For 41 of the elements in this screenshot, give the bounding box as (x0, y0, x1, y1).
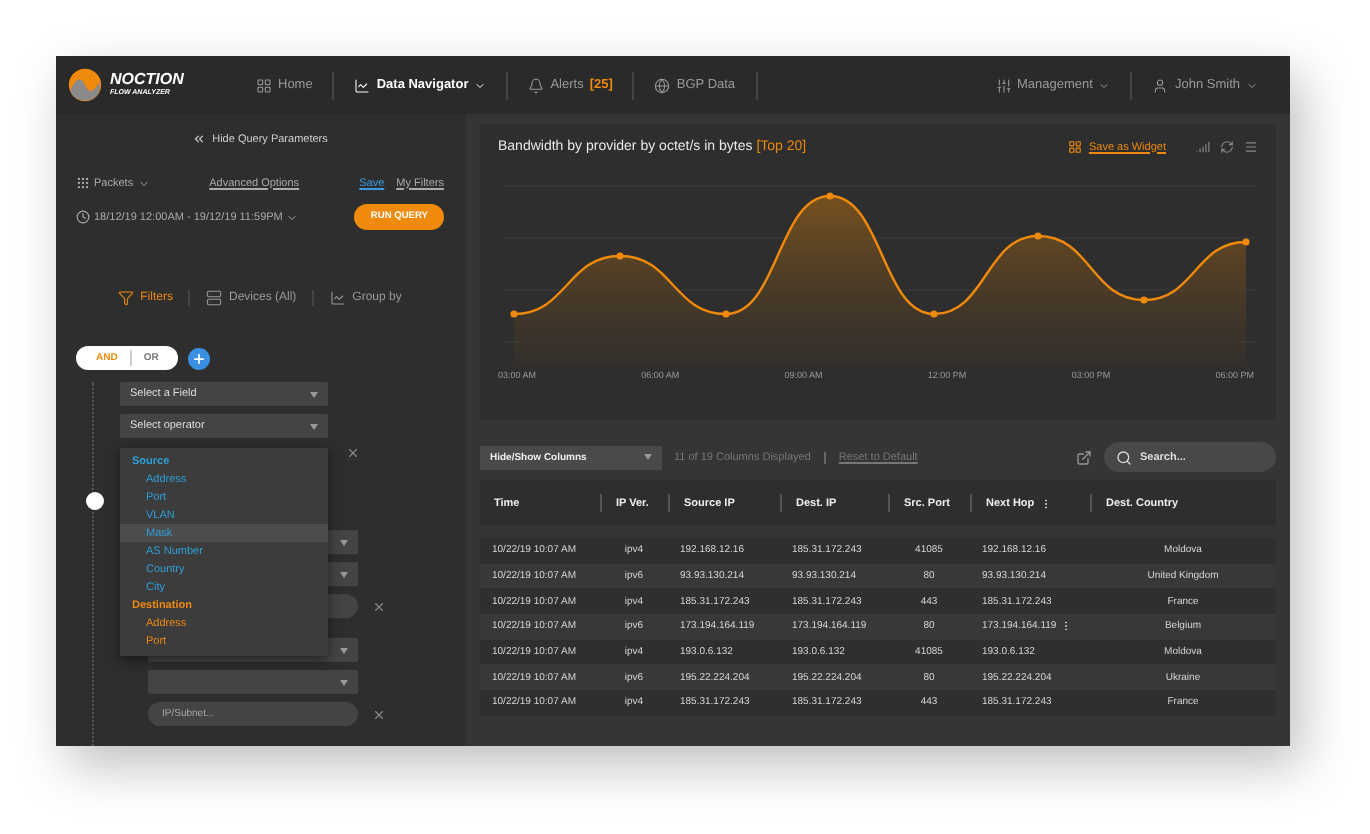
line-chart-icon (330, 290, 347, 306)
close-icon[interactable] (372, 707, 386, 721)
chevrons-left-icon (192, 132, 207, 146)
close-icon[interactable] (372, 599, 386, 613)
export-icon[interactable] (1076, 449, 1092, 465)
menu-icon[interactable] (1244, 140, 1258, 154)
close-icon[interactable] (346, 446, 360, 460)
user-icon (1152, 77, 1169, 93)
add-button[interactable] (188, 347, 211, 369)
server-icon (206, 290, 223, 306)
grid-icon (256, 77, 272, 93)
chevron-down-icon (474, 79, 487, 91)
field-select[interactable] (328, 530, 358, 554)
clock-icon (76, 210, 90, 224)
value-field[interactable] (328, 594, 358, 618)
caret-icon (340, 539, 348, 545)
caret-icon (340, 571, 348, 577)
chevron-down-icon (1246, 79, 1258, 91)
chevron-down-icon (286, 211, 299, 223)
caret-icon (340, 679, 348, 685)
globe-icon (654, 77, 671, 93)
bar-chart-icon[interactable] (1196, 140, 1210, 154)
search-icon (1116, 449, 1132, 465)
filter-icon (118, 290, 135, 306)
line-chart-icon (354, 77, 371, 93)
operator-select[interactable] (328, 562, 358, 586)
toggle-knob[interactable] (86, 492, 104, 510)
caret-icon (340, 647, 348, 653)
logo-name: NOCTION (110, 72, 184, 88)
sliders-icon (995, 77, 1012, 93)
logo-icon (68, 68, 102, 102)
caret-icon (310, 423, 318, 429)
dots-grid-icon (76, 176, 90, 190)
plus-icon (192, 351, 207, 365)
refresh-icon[interactable] (1220, 140, 1234, 154)
chevron-down-icon (137, 177, 150, 189)
chevron-down-icon (1098, 79, 1111, 91)
caret-icon (310, 391, 318, 397)
grid-icon (1068, 140, 1083, 154)
bell-icon (528, 77, 545, 93)
caret-icon (644, 454, 652, 460)
